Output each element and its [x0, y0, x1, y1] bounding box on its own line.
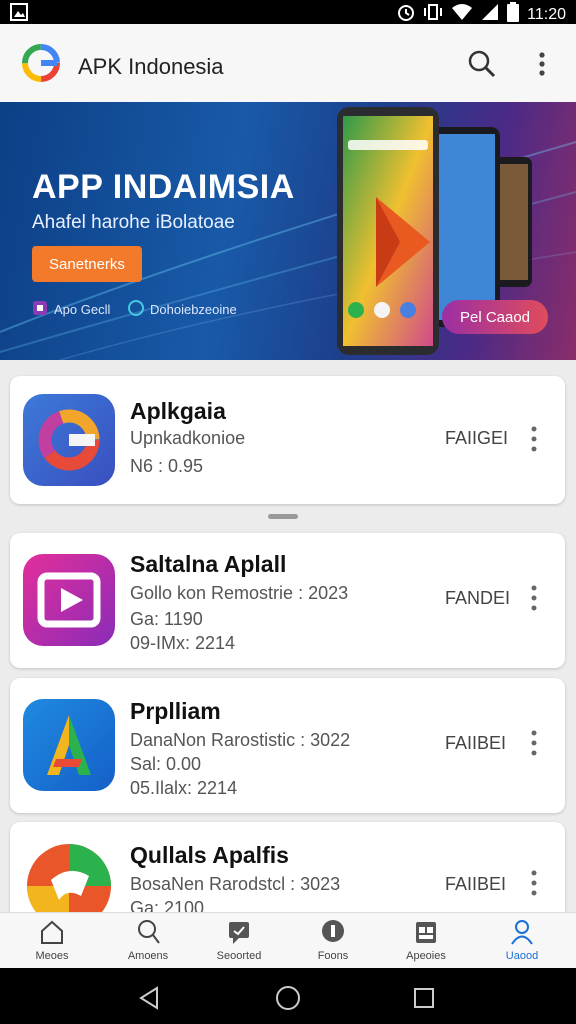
- nav-item-apps[interactable]: Apeoies: [381, 913, 471, 969]
- search-icon: [138, 920, 160, 944]
- wifi-icon: [451, 3, 473, 26]
- app-title: APK Indonesia: [78, 54, 224, 79]
- nav-item-user[interactable]: Uaood: [477, 913, 567, 969]
- app-meta-2: 09-IMx: 2214: [130, 633, 236, 653]
- status-bar: 11:20: [0, 0, 576, 24]
- app-bar: APK Indonesia: [0, 24, 576, 103]
- list-item[interactable]: Prplliam DanaNon Rarostistic : 3022 Sal:…: [10, 678, 565, 813]
- app-developer: DanaNon Rarostistic : 3022: [130, 730, 351, 750]
- app-developer: Gollo kon Remostrie : 2023: [130, 583, 349, 603]
- app-meta: Sal: 0.00: [130, 754, 202, 774]
- nav-label: Seoorted: [216, 950, 262, 962]
- globe-icon: [128, 300, 144, 319]
- banner-subtitle: Ahafel harohe iBolatoae: [32, 212, 235, 233]
- nav-item-search[interactable]: Amoens: [103, 913, 193, 969]
- more-vert-icon[interactable]: [526, 868, 542, 898]
- info-icon: [322, 920, 344, 942]
- nav-label: Apeoies: [406, 950, 446, 962]
- app-name: Prplliam: [130, 698, 221, 724]
- app-name: Saltalna Aplall: [130, 551, 287, 577]
- play-video-icon: [23, 554, 115, 646]
- more-vert-icon[interactable]: [530, 48, 554, 80]
- nav-item-home[interactable]: Meoes: [7, 913, 97, 969]
- apps-icon: [416, 922, 436, 943]
- home-icon: [41, 920, 63, 944]
- app-meta-2: 05.Ilalx: 2214: [130, 778, 238, 798]
- more-vert-icon[interactable]: [526, 728, 542, 758]
- banner-title: APP INDAIMSIA: [32, 168, 295, 206]
- chat-icon: [229, 922, 249, 944]
- nav-label: Meoes: [35, 950, 69, 962]
- app-action-button[interactable]: FAIIBEI: [445, 733, 506, 754]
- banner-link-2-label: Dohoiebzeoine: [150, 302, 237, 317]
- app-developer: Upnkadkonioe: [130, 428, 246, 448]
- app-action-button[interactable]: FAIIGEI: [445, 428, 508, 449]
- app-logo-icon: [22, 44, 60, 82]
- app-action-button[interactable]: FAIIBEI: [445, 874, 506, 895]
- app-name: Aplkgaia: [130, 398, 226, 424]
- nav-label: Foons: [317, 950, 349, 962]
- home-circle-icon[interactable]: [275, 985, 301, 1011]
- banner-link-1-label: Apo Gecll: [54, 302, 111, 317]
- recents-icon[interactable]: [413, 987, 435, 1009]
- more-vert-icon[interactable]: [526, 583, 542, 613]
- app-action-button[interactable]: FANDEI: [445, 588, 510, 609]
- nav-label: Amoens: [127, 950, 169, 962]
- nav-item-info[interactable]: Foons: [288, 913, 378, 969]
- drag-handle[interactable]: [268, 514, 298, 519]
- search-icon[interactable]: [466, 48, 498, 80]
- promo-banner[interactable]: APP INDAIMSIA Ahafel harohe iBolatoae Sa…: [0, 102, 576, 360]
- gallery-icon: [10, 3, 28, 26]
- signal-icon: [481, 3, 499, 26]
- letter-a-icon: [23, 699, 115, 791]
- banner-link-2[interactable]: Dohoiebzeoine: [128, 300, 237, 319]
- banner-pill-button[interactable]: Pel Caaod: [442, 300, 548, 334]
- alarm-icon: [397, 3, 415, 26]
- more-vert-icon[interactable]: [526, 424, 542, 454]
- app-small-icon: [32, 300, 48, 319]
- bottom-navigation: Meoes Amoens Seoorted Foons Apeoies Uaoo…: [0, 912, 576, 969]
- vibrate-icon: [423, 3, 443, 26]
- clock-time: 11:20: [527, 5, 566, 23]
- nav-item-chat[interactable]: Seoorted: [194, 913, 284, 969]
- back-icon[interactable]: [137, 986, 161, 1010]
- app-meta: N6 : 0.95: [130, 456, 204, 476]
- system-navigation-bar: [0, 968, 576, 1024]
- colorful-g-icon: [23, 394, 115, 486]
- app-developer: BosaNen Rarodstcl : 3023: [130, 874, 341, 894]
- app-meta: Ga: 1190: [130, 609, 203, 629]
- list-item[interactable]: Aplkgaia Upnkadkonioe N6 : 0.95 FAIIGEI: [10, 376, 565, 504]
- nav-label: Uaood: [505, 950, 539, 962]
- user-icon: [511, 920, 533, 945]
- list-item[interactable]: Saltalna Aplall Gollo kon Remostrie : 20…: [10, 533, 565, 668]
- banner-cta-button[interactable]: Sanetnerks: [32, 246, 142, 282]
- banner-link-1[interactable]: Apo Gecll: [32, 300, 110, 319]
- app-name: Qullals Apalfis: [130, 842, 289, 868]
